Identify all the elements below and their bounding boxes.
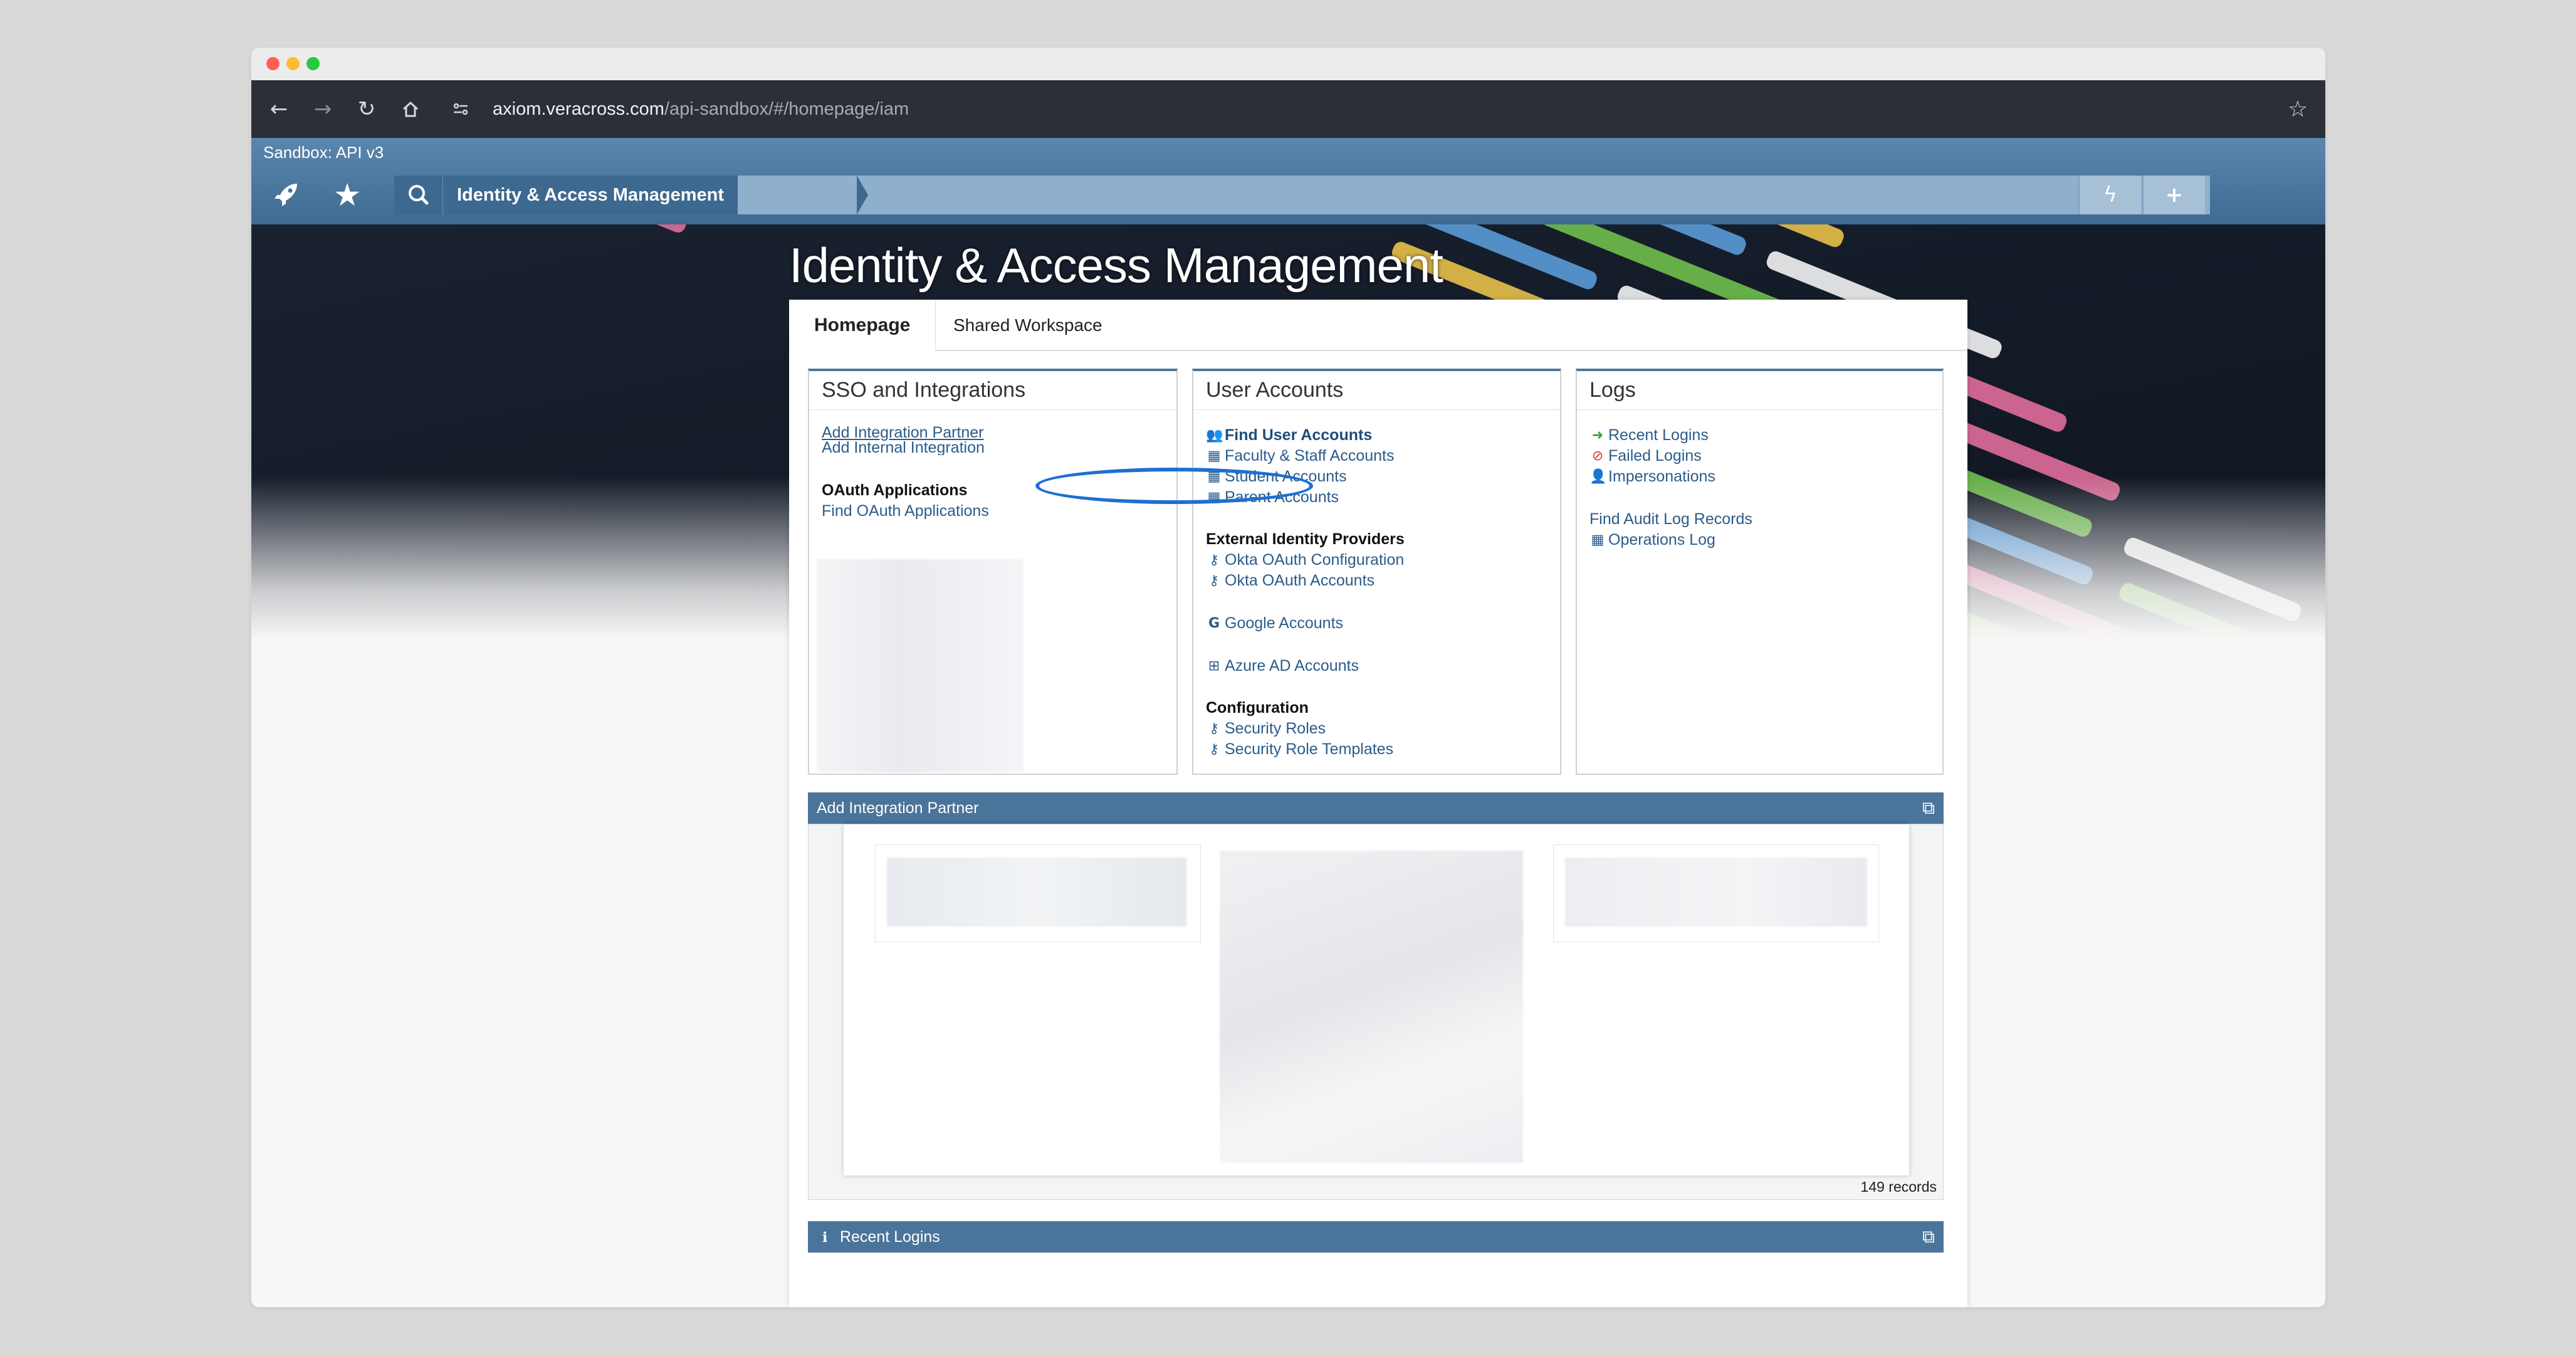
integration-partner-header: Add Integration Partner ⧉ [808,792,1944,824]
external-link-icon[interactable]: ⧉ [1922,792,1935,824]
okta-oauth-accounts-link[interactable]: ⚷ Okta OAuth Accounts [1206,570,1554,591]
title-bar [251,48,2325,80]
favorites-star-icon[interactable]: ★ [324,172,370,218]
blurred-content [817,559,1024,772]
okta-accounts-label: Okta OAuth Accounts [1225,572,1375,589]
site-info-icon[interactable] [446,94,476,124]
blurred-content [1565,858,1867,927]
zoom-window-button[interactable] [306,57,320,70]
recent-logins-chart [808,1265,1944,1307]
bookmark-star-icon[interactable]: ☆ [2283,94,2313,124]
recent-logins-title: Recent Logins [839,1228,940,1246]
find-user-accounts-label: Find User Accounts [1225,426,1373,444]
recent-logins-label: Recent Logins [1608,426,1709,444]
security-roles-link[interactable]: ⚷ Security Roles [1206,718,1554,739]
operations-log-link[interactable]: ▦ Operations Log [1589,530,1936,550]
sso-panel-title: SSO and Integrations [809,371,1176,410]
google-accounts-link[interactable]: G Google Accounts [1206,613,1554,634]
impersonations-link[interactable]: 👤 Impersonations [1589,466,1936,487]
integration-partner-title: Add Integration Partner [817,799,979,817]
home-icon[interactable] [395,94,426,124]
search-icon[interactable] [394,176,443,214]
find-user-accounts-link[interactable]: 👥 Find User Accounts [1206,425,1554,446]
google-icon: G [1208,616,1220,631]
rocket-icon[interactable] [263,172,309,218]
breadcrumb-bar: Identity & Access Management ϟ + [394,176,2210,214]
blurred-card [875,844,1201,942]
recent-logins-header: ℹ Recent Logins ⧉ [808,1221,1944,1253]
main-content: Homepage Shared Workspace SSO and Integr… [789,300,1967,1307]
tab-homepage[interactable]: Homepage [789,300,936,351]
add-icon[interactable]: + [2142,176,2205,214]
url-host: axiom.veracross.com [493,99,664,119]
failed-logins-label: Failed Logins [1608,447,1702,465]
faculty-staff-accounts-link[interactable]: ▦ Faculty & Staff Accounts [1206,446,1554,466]
integration-partner-body: 149 records [808,824,1944,1200]
add-internal-integration-link[interactable]: Add Internal Integration [822,440,1170,455]
failed-logins-link[interactable]: ⊘ Failed Logins [1589,446,1936,466]
page-title: Identity & Access Management [789,238,1443,293]
minimize-window-button[interactable] [286,57,300,70]
quick-action-icon[interactable]: ϟ [2078,176,2141,214]
add-integration-partner-link[interactable]: Add Integration Partner [822,425,1170,441]
table-icon: ▦ [1591,532,1605,548]
records-count: 149 records [1860,1179,1937,1195]
user-accounts-panel: User Accounts 👥 Find User Accounts ▦ Facul… [1192,369,1561,775]
integration-partner-frame [844,824,1909,1175]
logs-panel: Logs ➜ Recent Logins ⊘ Failed Logins 👤 Impe… [1576,369,1944,775]
google-accounts-label: Google Accounts [1225,614,1344,632]
breadcrumb-arrow [857,176,868,214]
key-icon: ⚷ [1208,552,1220,568]
external-link-icon[interactable]: ⧉ [1922,1221,1935,1253]
security-roles-label: Security Roles [1225,720,1326,737]
blurred-card [1553,844,1879,942]
security-role-templates-label: Security Role Templates [1225,740,1394,758]
sandbox-label: Sandbox: API v3 [263,143,384,162]
external-identity-providers-heading: External Identity Providers [1206,530,1405,548]
operations-log-label: Operations Log [1608,531,1715,549]
sign-in-icon: ➜ [1591,428,1604,443]
key-icon: ⚷ [1208,573,1220,589]
logs-panel-title: Logs [1577,371,1942,410]
tab-bar: Homepage Shared Workspace [789,300,1967,351]
app-nav-strip: ★ Identity & Access Management ϟ + [251,166,2325,224]
tab-shared-workspace[interactable]: Shared Workspace [928,300,1128,351]
azure-accounts-label: Azure AD Accounts [1225,657,1359,675]
back-icon[interactable]: ← [264,94,294,124]
forward-icon[interactable]: → [308,94,338,124]
app-header: Sandbox: API v3 ★ Identity & Access Mana… [251,138,2325,224]
user-plus-icon: 👤 [1589,469,1607,485]
table-icon: ▦ [1207,448,1221,464]
recent-logins-link[interactable]: ➜ Recent Logins [1589,425,1936,446]
blurred-content [887,858,1186,927]
users-icon: 👥 [1206,428,1223,443]
okta-oauth-configuration-link[interactable]: ⚷ Okta OAuth Configuration [1206,550,1554,570]
find-audit-log-records-link[interactable]: Find Audit Log Records [1589,509,1936,530]
blurred-content [1220,851,1523,1163]
key-icon: ⚷ [1208,721,1220,737]
browser-window: ← → ↻ axiom.veracross.com/api-sandbox/#/… [251,48,2325,1307]
annotation-ellipse [1035,468,1313,504]
browser-toolbar: ← → ↻ axiom.veracross.com/api-sandbox/#/… [251,80,2325,138]
azure-ad-accounts-link[interactable]: ⊞ Azure AD Accounts [1206,656,1554,676]
close-window-button[interactable] [266,57,280,70]
info-icon: ℹ [822,1230,828,1246]
reload-icon[interactable]: ↻ [352,94,382,124]
breadcrumb-current[interactable]: Identity & Access Management [443,176,738,214]
impersonations-label: Impersonations [1608,468,1715,485]
sso-integrations-panel: SSO and Integrations Add Integration Par… [808,369,1178,775]
user-accounts-panel-title: User Accounts [1193,371,1560,410]
key-icon: ⚷ [1208,742,1220,757]
ban-icon: ⊘ [1591,448,1604,464]
address-bar[interactable]: axiom.veracross.com/api-sandbox/#/homepa… [493,80,909,138]
okta-config-label: Okta OAuth Configuration [1225,551,1405,569]
find-oauth-applications-link[interactable]: Find OAuth Applications [822,501,1170,522]
security-role-templates-link[interactable]: ⚷ Security Role Templates [1206,739,1554,760]
url-path: /api-sandbox/#/homepage/iam [664,99,909,119]
faculty-staff-label: Faculty & Staff Accounts [1225,447,1395,465]
windows-icon: ⊞ [1208,658,1220,674]
configuration-heading: Configuration [1206,699,1309,717]
